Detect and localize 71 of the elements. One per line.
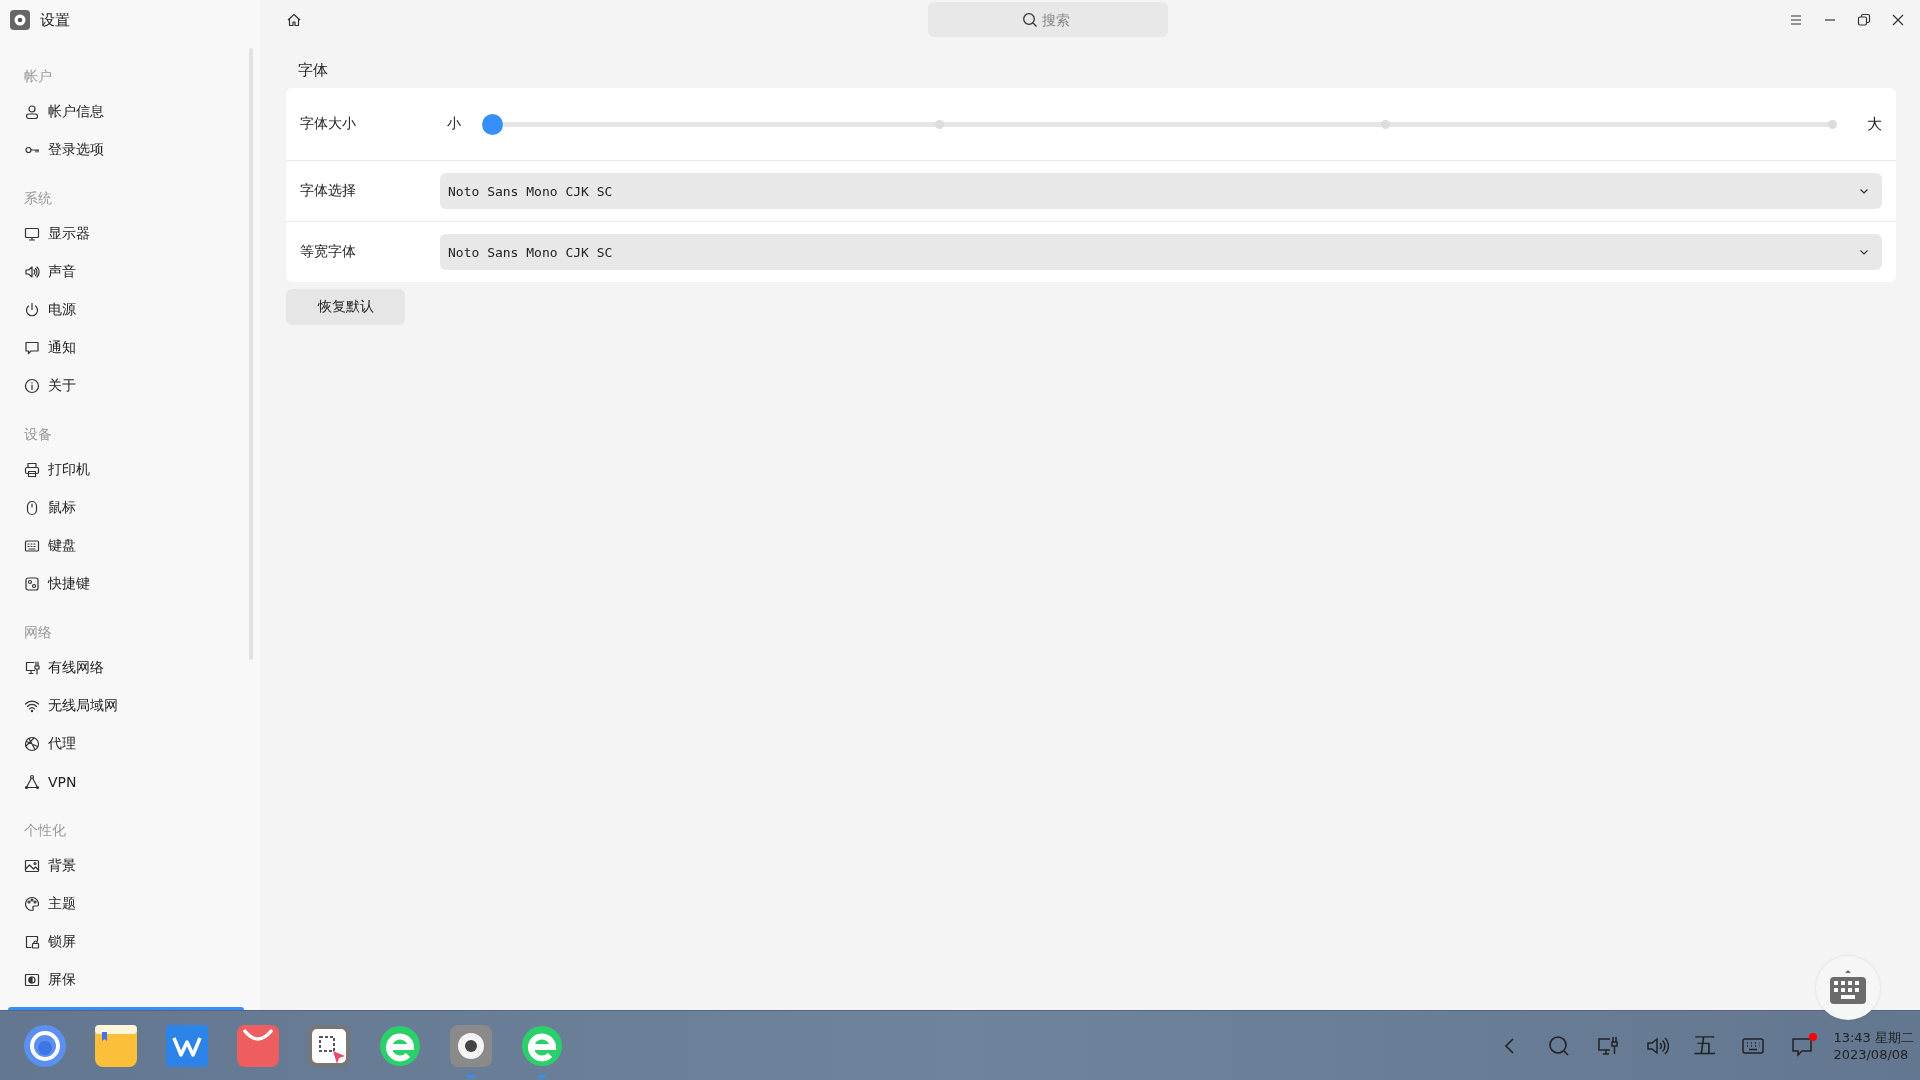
sidebar-heading: 系统 xyxy=(24,189,53,208)
clock-time: 13:43 星期二 xyxy=(1833,1028,1914,1046)
sidebar-item[interactable]: 主题 xyxy=(16,885,234,923)
document-app-icon[interactable] xyxy=(165,1023,209,1068)
restore-defaults-button[interactable]: 恢复默认 xyxy=(286,289,405,325)
setting-label: 等宽字体 xyxy=(300,243,357,261)
sidebar-heading: 网络 xyxy=(24,623,53,642)
browser-icon[interactable] xyxy=(378,1023,422,1068)
sidebar-item[interactable]: 快捷键 xyxy=(16,565,234,603)
screenshot-icon[interactable] xyxy=(307,1023,351,1068)
sidebar-item[interactable]: 关于 xyxy=(16,367,234,405)
sidebar-item[interactable]: 显示器 xyxy=(16,215,234,253)
shortcut-icon xyxy=(24,576,40,592)
close-icon[interactable] xyxy=(1890,12,1906,28)
monitor-icon xyxy=(24,226,40,242)
shopping-bag-icon[interactable] xyxy=(236,1023,280,1068)
chat-bubble-icon xyxy=(24,340,40,356)
info-icon xyxy=(24,378,40,394)
speaker-icon xyxy=(24,264,40,280)
window-title: 设置 xyxy=(40,10,70,30)
search-field[interactable]: 搜索 xyxy=(928,2,1168,37)
slider-thumb[interactable] xyxy=(482,113,503,135)
sidebar-item[interactable]: VPN xyxy=(16,763,234,801)
sidebar-item[interactable]: 背景 xyxy=(16,847,234,885)
input-method-indicator[interactable]: 五 xyxy=(1694,1030,1717,1061)
sidebar-item[interactable]: 有线网络 xyxy=(16,649,234,687)
font-dropdown[interactable]: Noto Sans Mono CJK SC xyxy=(440,234,1882,270)
network-nodes-icon xyxy=(24,774,40,790)
image-icon xyxy=(24,858,40,874)
keyboard-icon xyxy=(24,538,40,554)
sidebar-item[interactable]: 鼠标 xyxy=(16,489,234,527)
screensaver-icon xyxy=(24,972,40,988)
sidebar-item[interactable]: 电源 xyxy=(16,291,234,329)
mouse-icon xyxy=(24,500,40,516)
sidebar-item[interactable]: 声音 xyxy=(16,253,234,291)
home-icon[interactable] xyxy=(286,12,302,28)
restore-icon[interactable] xyxy=(1856,12,1872,28)
sidebar-item[interactable]: 登录选项 xyxy=(16,131,234,169)
sidebar-item[interactable]: 帐户信息 xyxy=(16,93,234,131)
lock-screen-icon xyxy=(24,934,40,950)
sidebar-item[interactable]: 键盘 xyxy=(16,527,234,565)
printer-icon xyxy=(24,462,40,478)
wired-network-icon xyxy=(24,660,40,676)
user-icon xyxy=(24,104,40,120)
power-icon xyxy=(24,302,40,318)
globe-icon xyxy=(24,736,40,752)
palette-icon xyxy=(24,896,40,912)
slider-min-label: 小 xyxy=(447,115,462,133)
browser-icon[interactable] xyxy=(520,1023,564,1068)
sidebar-item[interactable]: 代理 xyxy=(16,725,234,763)
sidebar-item[interactable]: 无线局域网 xyxy=(16,687,234,725)
font-dropdown[interactable]: Noto Sans Mono CJK SC xyxy=(440,173,1882,209)
sidebar-item[interactable]: 锁屏 xyxy=(16,923,234,961)
setting-label: 字体大小 xyxy=(300,115,357,133)
app-launcher-icon[interactable] xyxy=(23,1023,67,1068)
wifi-icon xyxy=(24,698,40,714)
sidebar-heading: 个性化 xyxy=(24,821,67,840)
slider-max-label: 大 xyxy=(1867,114,1882,134)
section-title: 字体 xyxy=(298,60,329,81)
slider-tick xyxy=(1381,119,1391,129)
sidebar-heading: 帐户 xyxy=(24,67,53,86)
menu-icon[interactable] xyxy=(1788,12,1804,28)
sidebar-item[interactable]: 通知 xyxy=(16,329,234,367)
folder-icon[interactable] xyxy=(94,1023,138,1068)
sidebar-item[interactable]: 屏保 xyxy=(16,961,234,999)
slider-tick xyxy=(934,119,944,129)
sidebar-heading: 设备 xyxy=(24,425,53,444)
clock-date: 2023/08/08 xyxy=(1833,1045,1910,1063)
sidebar-item[interactable]: 打印机 xyxy=(16,451,234,489)
setting-label: 字体选择 xyxy=(300,182,357,200)
slider-tick xyxy=(1828,119,1837,129)
